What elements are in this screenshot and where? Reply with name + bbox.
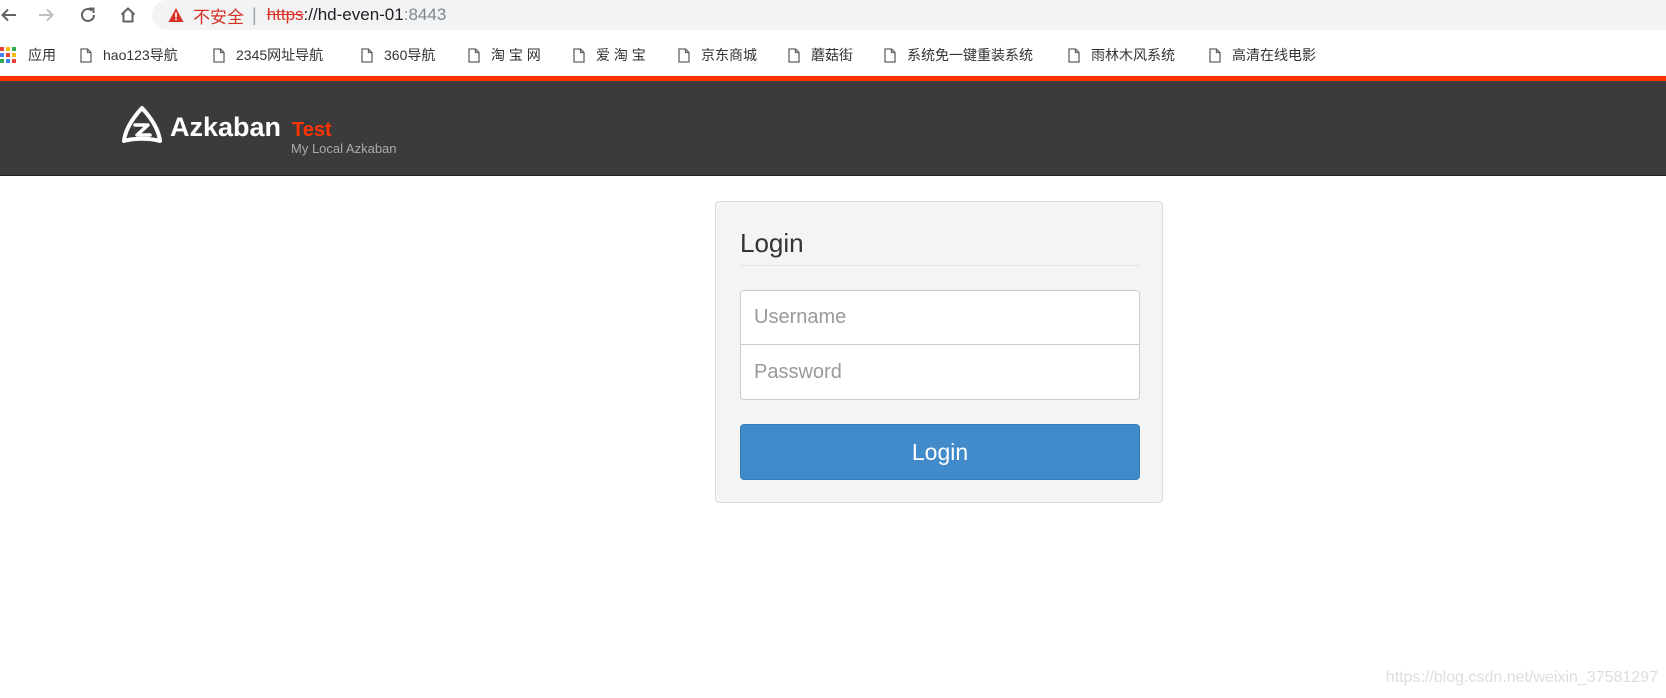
environment-description: My Local Azkaban	[291, 141, 397, 156]
bookmark-ylmf[interactable]: 雨林木风系统	[1068, 45, 1175, 65]
url-scheme: https	[266, 5, 304, 24]
page-icon	[1068, 47, 1080, 63]
bookmark-hao123[interactable]: hao123导航	[80, 45, 178, 65]
home-icon	[120, 7, 136, 23]
back-button[interactable]	[0, 2, 22, 28]
security-status-label[interactable]: 不安全	[193, 3, 244, 28]
bookmark-label: 高清在线电影	[1232, 47, 1316, 63]
bookmark-label: 系统免一键重装系统	[907, 47, 1033, 63]
page-icon	[80, 47, 92, 63]
bookmark-taobao[interactable]: 淘 宝 网	[468, 45, 541, 65]
apps-grid-dot	[12, 47, 16, 51]
page-icon	[361, 47, 373, 63]
page-icon	[884, 47, 896, 63]
forward-button[interactable]	[33, 2, 59, 28]
page-icon	[573, 47, 585, 63]
login-form	[740, 290, 1140, 400]
page-icon	[1209, 47, 1221, 63]
page-icon	[678, 47, 690, 63]
url-port: :8443	[403, 5, 447, 24]
bookmarks-bar: 应用 hao123导航 2345网址导航 360导航 淘 宝 网 爱 淘 宝 京…	[0, 36, 1666, 74]
apps-grid-dot	[0, 53, 4, 57]
warning-triangle-icon	[168, 8, 184, 22]
environment-name: Test	[292, 119, 332, 141]
watermark: https://blog.csdn.net/weixin_37581297	[1385, 669, 1658, 686]
apps-grid-dot	[6, 59, 10, 63]
arrow-right-icon	[39, 8, 54, 22]
bookmark-mogujie[interactable]: 蘑菇街	[788, 45, 853, 65]
page-icon	[468, 47, 480, 63]
bookmark-label: hao123导航	[103, 47, 178, 63]
azkaban-header: Azkaban Test My Local Azkaban	[0, 81, 1666, 176]
apps-grid-icon	[0, 47, 16, 63]
azkaban-logo-icon[interactable]	[121, 105, 163, 145]
home-button[interactable]	[115, 2, 141, 28]
browser-toolbar: 不安全 | https://hd-even-01:8443	[0, 0, 1666, 30]
bookmark-ai-taobao[interactable]: 爱 淘 宝	[573, 45, 646, 65]
brand-name[interactable]: Azkaban	[170, 112, 281, 143]
bookmark-2345[interactable]: 2345网址导航	[213, 45, 323, 65]
bookmark-movies[interactable]: 高清在线电影	[1209, 45, 1316, 65]
bookmark-label: 京东商城	[701, 47, 757, 63]
address-separator: |	[252, 4, 257, 25]
apps-grid-dot	[12, 59, 16, 63]
address-bar[interactable]: 不安全 | https://hd-even-01:8443	[152, 0, 1666, 30]
username-input[interactable]	[740, 290, 1140, 345]
bookmark-label: 蘑菇街	[811, 47, 853, 63]
page-icon	[213, 47, 225, 63]
apps-grid-dot	[0, 59, 4, 63]
bookmark-label: 淘 宝 网	[491, 47, 541, 63]
page-icon	[788, 47, 800, 63]
apps-grid-dot	[6, 47, 10, 51]
reload-button[interactable]	[75, 2, 101, 28]
bookmark-jd[interactable]: 京东商城	[678, 45, 757, 65]
bookmark-label: 应用	[28, 47, 56, 63]
login-button[interactable]: Login	[740, 424, 1140, 480]
login-panel: Login Login	[715, 201, 1163, 503]
bookmark-apps[interactable]: 应用	[0, 45, 56, 65]
bookmark-label: 360导航	[384, 47, 436, 63]
bookmark-label: 2345网址导航	[236, 47, 324, 63]
bookmark-reinstall[interactable]: 系统免一键重装系统	[884, 45, 1033, 65]
url-host: ://hd-even-01	[303, 5, 404, 24]
bookmark-label: 爱 淘 宝	[596, 47, 646, 63]
url-text[interactable]: https://hd-even-01:8443	[267, 5, 447, 25]
arrow-left-icon	[1, 8, 16, 22]
password-input[interactable]	[740, 345, 1140, 400]
apps-grid-dot	[6, 53, 10, 57]
login-title: Login	[740, 228, 1140, 266]
bookmark-label: 雨林木风系统	[1091, 47, 1175, 63]
reload-icon	[81, 7, 95, 22]
apps-grid-dot	[12, 53, 16, 57]
apps-grid-dot	[0, 47, 4, 51]
bookmark-360[interactable]: 360导航	[361, 45, 435, 65]
